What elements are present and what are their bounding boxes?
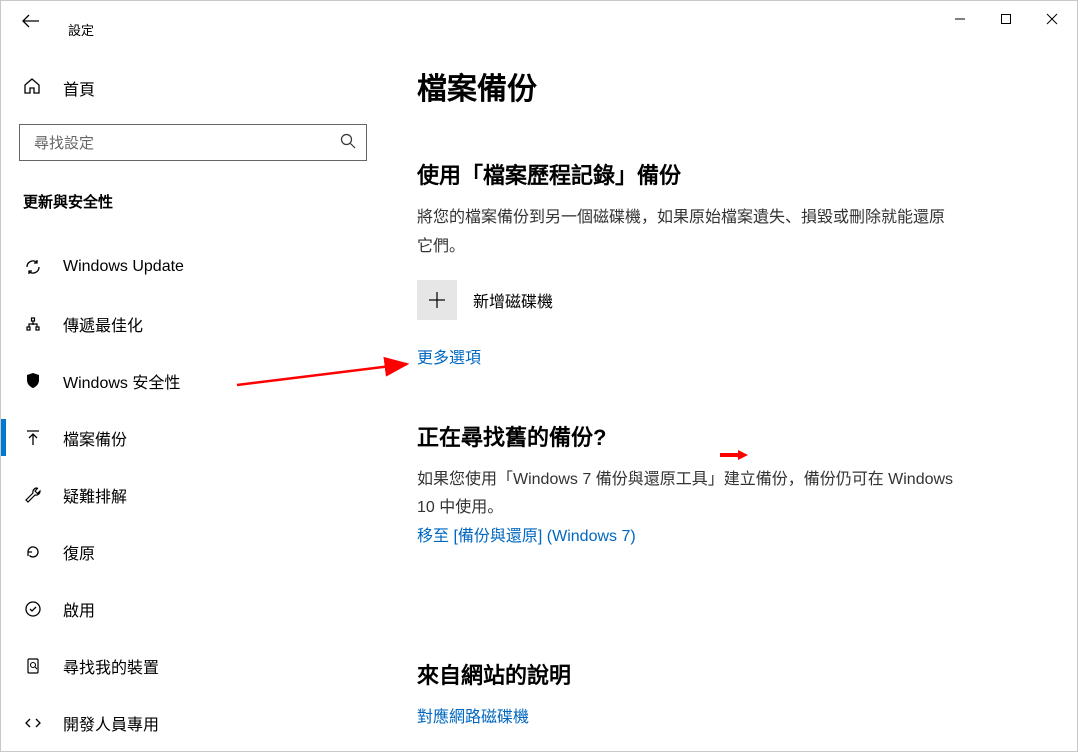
shield-icon	[23, 372, 43, 390]
body-area: 首頁 尋找設定 更新與安全性 Windows Update	[1, 50, 1077, 751]
add-drive-button[interactable]: 新增磁碟機	[417, 280, 1037, 320]
section-web-help: 來自網站的說明 對應網路磁碟機	[417, 658, 1037, 733]
more-options-link[interactable]: 更多選項	[417, 344, 481, 368]
section-heading: 使用「檔案歷程記錄」備份	[417, 158, 1037, 190]
app-title: 設定	[68, 20, 94, 39]
maximize-button[interactable]	[983, 3, 1029, 35]
section-file-history: 使用「檔案歷程記錄」備份 將您的檔案備份到另一個磁碟機，如果原始檔案遺失、損毀或…	[417, 158, 1037, 408]
sidebar: 首頁 尋找設定 更新與安全性 Windows Update	[1, 50, 385, 751]
section-description: 將您的檔案備份到另一個磁碟機，如果原始檔案遺失、損毀或刪除就能還原它們。	[417, 204, 957, 262]
developers-icon	[23, 714, 43, 732]
sidebar-item-delivery-optimization[interactable]: 傳遞最佳化	[1, 295, 385, 352]
home-icon	[23, 77, 43, 100]
sidebar-item-windows-update[interactable]: Windows Update	[1, 238, 385, 295]
sidebar-item-label: 檔案備份	[63, 426, 127, 450]
sidebar-item-label: Windows Update	[63, 258, 184, 276]
search-icon	[340, 133, 356, 153]
window-controls	[937, 3, 1075, 35]
content-area: 檔案備份 使用「檔案歷程記錄」備份 將您的檔案備份到另一個磁碟機，如果原始檔案遺…	[385, 50, 1077, 751]
backup-icon	[23, 429, 43, 447]
plus-icon	[417, 280, 457, 320]
sidebar-item-troubleshoot[interactable]: 疑難排解	[1, 466, 385, 523]
close-button[interactable]	[1029, 3, 1075, 35]
section-heading: 來自網站的說明	[417, 658, 1037, 690]
find-device-icon	[23, 657, 43, 675]
sidebar-item-windows-security[interactable]: Windows 安全性	[1, 352, 385, 409]
wrench-icon	[23, 486, 43, 504]
delivery-icon	[23, 315, 43, 333]
sidebar-item-label: 疑難排解	[63, 483, 127, 507]
titlebar	[1, 1, 1077, 36]
sidebar-item-label: 傳遞最佳化	[63, 312, 143, 336]
sidebar-item-find-my-device[interactable]: 尋找我的裝置	[1, 637, 385, 694]
sidebar-item-recovery[interactable]: 復原	[1, 523, 385, 580]
home-button[interactable]: 首頁	[1, 66, 385, 110]
sidebar-item-label: 尋找我的裝置	[63, 654, 159, 678]
sidebar-item-label: 開發人員專用	[63, 711, 159, 735]
sidebar-item-label: Windows 安全性	[63, 369, 180, 393]
map-network-drive-link[interactable]: 對應網路磁碟機	[417, 704, 529, 733]
section-old-backup: 正在尋找舊的備份? 如果您使用「Windows 7 備份與還原工具」建立備份，備…	[417, 420, 1037, 612]
sync-icon	[23, 258, 43, 276]
settings-window: 設定 首頁 尋找設定 更新與安全性 W	[0, 0, 1078, 752]
nav-list: Windows Update 傳遞最佳化 Windows 安全性	[1, 238, 385, 751]
sidebar-item-label: 啟用	[63, 597, 95, 621]
home-label: 首頁	[63, 76, 95, 100]
section-heading: 正在尋找舊的備份?	[417, 420, 1037, 452]
add-drive-label: 新增磁碟機	[473, 288, 553, 312]
section-description: 如果您使用「Windows 7 備份與還原工具」建立備份，備份仍可在 Windo…	[417, 466, 957, 524]
activation-icon	[23, 600, 43, 618]
sidebar-item-developers[interactable]: 開發人員專用	[1, 694, 385, 751]
sidebar-item-label: 復原	[63, 540, 95, 564]
back-button[interactable]	[22, 14, 40, 33]
sidebar-section-header: 更新與安全性	[1, 191, 385, 212]
search-input[interactable]: 尋找設定	[19, 124, 367, 161]
minimize-button[interactable]	[937, 3, 983, 35]
recovery-icon	[23, 543, 43, 561]
page-title: 檔案備份	[417, 64, 1037, 108]
search-placeholder: 尋找設定	[34, 132, 94, 153]
sidebar-item-activation[interactable]: 啟用	[1, 580, 385, 637]
backup-restore-link[interactable]: 移至 [備份與還原] (Windows 7)	[417, 523, 636, 552]
sidebar-item-backup[interactable]: 檔案備份	[1, 409, 385, 466]
